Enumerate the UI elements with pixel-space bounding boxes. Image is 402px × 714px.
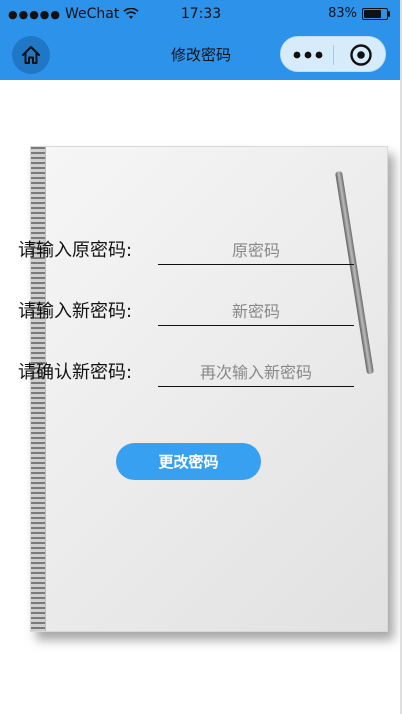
mini-program-capsule (280, 36, 386, 72)
more-button[interactable] (291, 43, 325, 67)
close-mini-program-button[interactable] (349, 43, 373, 67)
status-bar: ●●●●● WeChat 17:33 83% (0, 0, 402, 30)
capsule-divider (333, 45, 334, 65)
target-icon (350, 44, 372, 66)
navigation-bar: 修改密码 (0, 30, 402, 80)
old-password-label: 请输入原密码: (18, 240, 133, 261)
more-dots-icon (293, 51, 323, 59)
confirm-password-input[interactable] (158, 358, 354, 387)
old-password-input[interactable] (158, 236, 354, 265)
battery-status: 83% (328, 6, 390, 21)
new-password-label: 请输入新密码: (18, 301, 133, 322)
battery-percent: 83% (328, 6, 357, 21)
battery-icon (362, 7, 390, 20)
new-password-input[interactable] (158, 297, 354, 326)
change-password-button[interactable]: 更改密码 (116, 443, 261, 480)
new-password-row: 请输入新密码: (18, 297, 358, 337)
confirm-password-row: 请确认新密码: (18, 358, 358, 398)
confirm-password-label: 请确认新密码: (18, 362, 133, 383)
old-password-row: 请输入原密码: (18, 236, 358, 276)
